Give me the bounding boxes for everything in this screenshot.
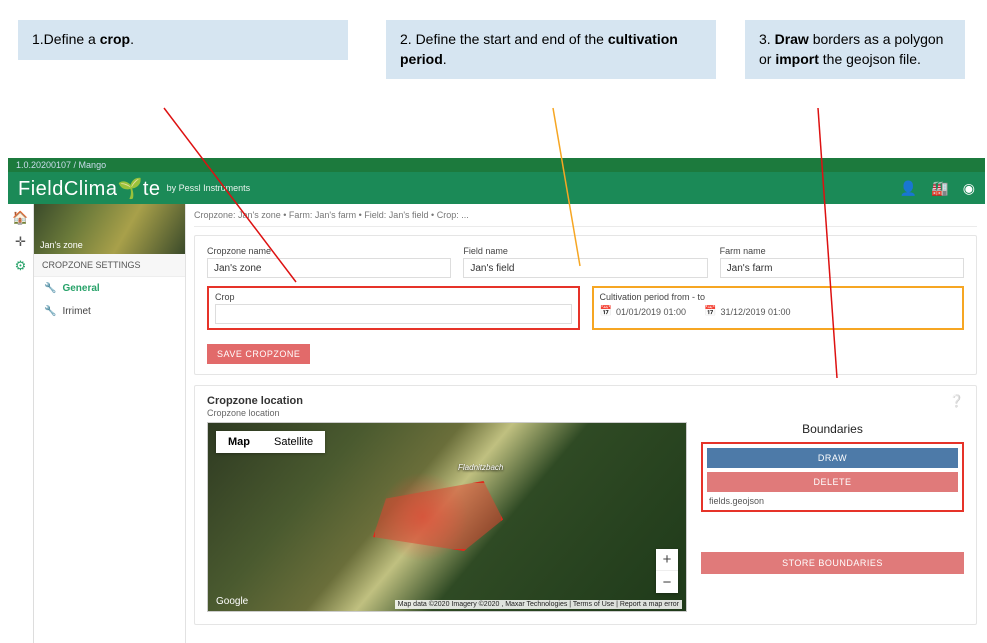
annotation-1: 1.Define a crop. bbox=[18, 20, 348, 60]
map-attrib: Google bbox=[216, 596, 248, 607]
input-field-name[interactable] bbox=[463, 258, 707, 278]
field-polygon[interactable] bbox=[373, 481, 503, 551]
gear-icon[interactable]: ⚙ bbox=[15, 258, 27, 274]
input-crop[interactable] bbox=[215, 304, 572, 324]
farm-icon[interactable]: 🏭 bbox=[931, 180, 948, 197]
sidebar-item-label: General bbox=[62, 283, 99, 294]
tab-satellite[interactable]: Satellite bbox=[262, 431, 325, 453]
boundaries-highlight-box: DRAW DELETE fields.geojson bbox=[701, 442, 964, 512]
annotation-3: 3. Draw borders as a polygon or import t… bbox=[745, 20, 965, 79]
store-boundaries-button[interactable]: STORE BOUNDARIES bbox=[701, 552, 964, 574]
sidebar-hero: Jan's zone bbox=[34, 204, 185, 254]
map-type-switch: Map Satellite bbox=[216, 431, 325, 453]
delete-button[interactable]: DELETE bbox=[707, 472, 958, 492]
user-icon[interactable]: 👤 bbox=[900, 180, 917, 197]
label-crop: Crop bbox=[215, 292, 572, 302]
save-cropzone-button[interactable]: SAVE CROPZONE bbox=[207, 344, 310, 364]
label-cropzone-name: Cropzone name bbox=[207, 246, 451, 256]
boundaries-panel: Boundaries DRAW DELETE fields.geojson ST… bbox=[701, 422, 964, 612]
geojson-filename: fields.geojson bbox=[707, 496, 958, 506]
sidebar-item-label: Irrimet bbox=[62, 306, 90, 317]
sidebar-item-irrimet[interactable]: 🔧 Irrimet bbox=[34, 300, 185, 323]
zoom-out-button[interactable]: − bbox=[656, 571, 678, 593]
app-window: 1.0.20200107 / Mango FieldClima🌱te by Pe… bbox=[8, 158, 985, 593]
map-widget[interactable]: Map Satellite Fladnitzbach + − Google Ma… bbox=[207, 422, 687, 612]
form-card: Cropzone name Field name Farm name bbox=[194, 235, 977, 375]
cultivation-highlight-box: Cultivation period from - to 01/01/2019 … bbox=[592, 286, 965, 330]
zoom-in-button[interactable]: + bbox=[656, 549, 678, 571]
brand-logo: FieldClima🌱te bbox=[18, 176, 161, 201]
wrench-icon: 🔧 bbox=[44, 306, 56, 317]
tab-map[interactable]: Map bbox=[216, 431, 262, 453]
map-zoom: + − bbox=[656, 549, 678, 593]
wrench-icon: 🔧 bbox=[44, 283, 56, 294]
breadcrumb: Cropzone: Jan's zone • Farm: Jan's farm … bbox=[194, 204, 977, 227]
label-field-name: Field name bbox=[463, 246, 707, 256]
location-title: Cropzone location bbox=[207, 395, 303, 407]
draw-button[interactable]: DRAW bbox=[707, 448, 958, 468]
icon-rail: 🏠 ✛ ⚙ bbox=[8, 204, 34, 643]
brand-subtitle: by Pessl Instruments bbox=[167, 183, 251, 193]
sidebar-item-general[interactable]: 🔧 General bbox=[34, 277, 185, 300]
location-subtitle: Cropzone location bbox=[195, 408, 976, 422]
input-cropzone-name[interactable] bbox=[207, 258, 451, 278]
home-icon[interactable]: 🏠 bbox=[12, 210, 28, 226]
label-cultivation: Cultivation period from - to bbox=[600, 292, 957, 302]
signal-icon[interactable]: ◉ bbox=[963, 180, 975, 197]
boundaries-title: Boundaries bbox=[701, 422, 964, 436]
map-attrib2: Map data ©2020 Imagery ©2020 , Maxar Tec… bbox=[395, 600, 682, 609]
version-bar: 1.0.20200107 / Mango bbox=[8, 158, 985, 172]
road-label: Fladnitzbach bbox=[458, 463, 503, 472]
sidebar: Jan's zone CROPZONE SETTINGS 🔧 General 🔧… bbox=[34, 204, 186, 643]
add-icon[interactable]: ✛ bbox=[15, 234, 26, 250]
help-icon[interactable]: ❔ bbox=[949, 394, 964, 408]
location-card: Cropzone location ❔ Cropzone location Ma… bbox=[194, 385, 977, 625]
input-cult-from[interactable]: 01/01/2019 01:00 bbox=[600, 306, 687, 317]
input-cult-to[interactable]: 31/12/2019 01:00 bbox=[704, 306, 791, 317]
crop-highlight-box: Crop bbox=[207, 286, 580, 330]
label-farm-name: Farm name bbox=[720, 246, 964, 256]
sidebar-section-title: CROPZONE SETTINGS bbox=[34, 254, 185, 277]
annotation-2: 2. Define the start and end of the culti… bbox=[386, 20, 716, 79]
topbar: FieldClima🌱te by Pessl Instruments 👤 🏭 ◉ bbox=[8, 172, 985, 204]
input-farm-name[interactable] bbox=[720, 258, 964, 278]
main-panel: Cropzone: Jan's zone • Farm: Jan's farm … bbox=[186, 204, 985, 643]
